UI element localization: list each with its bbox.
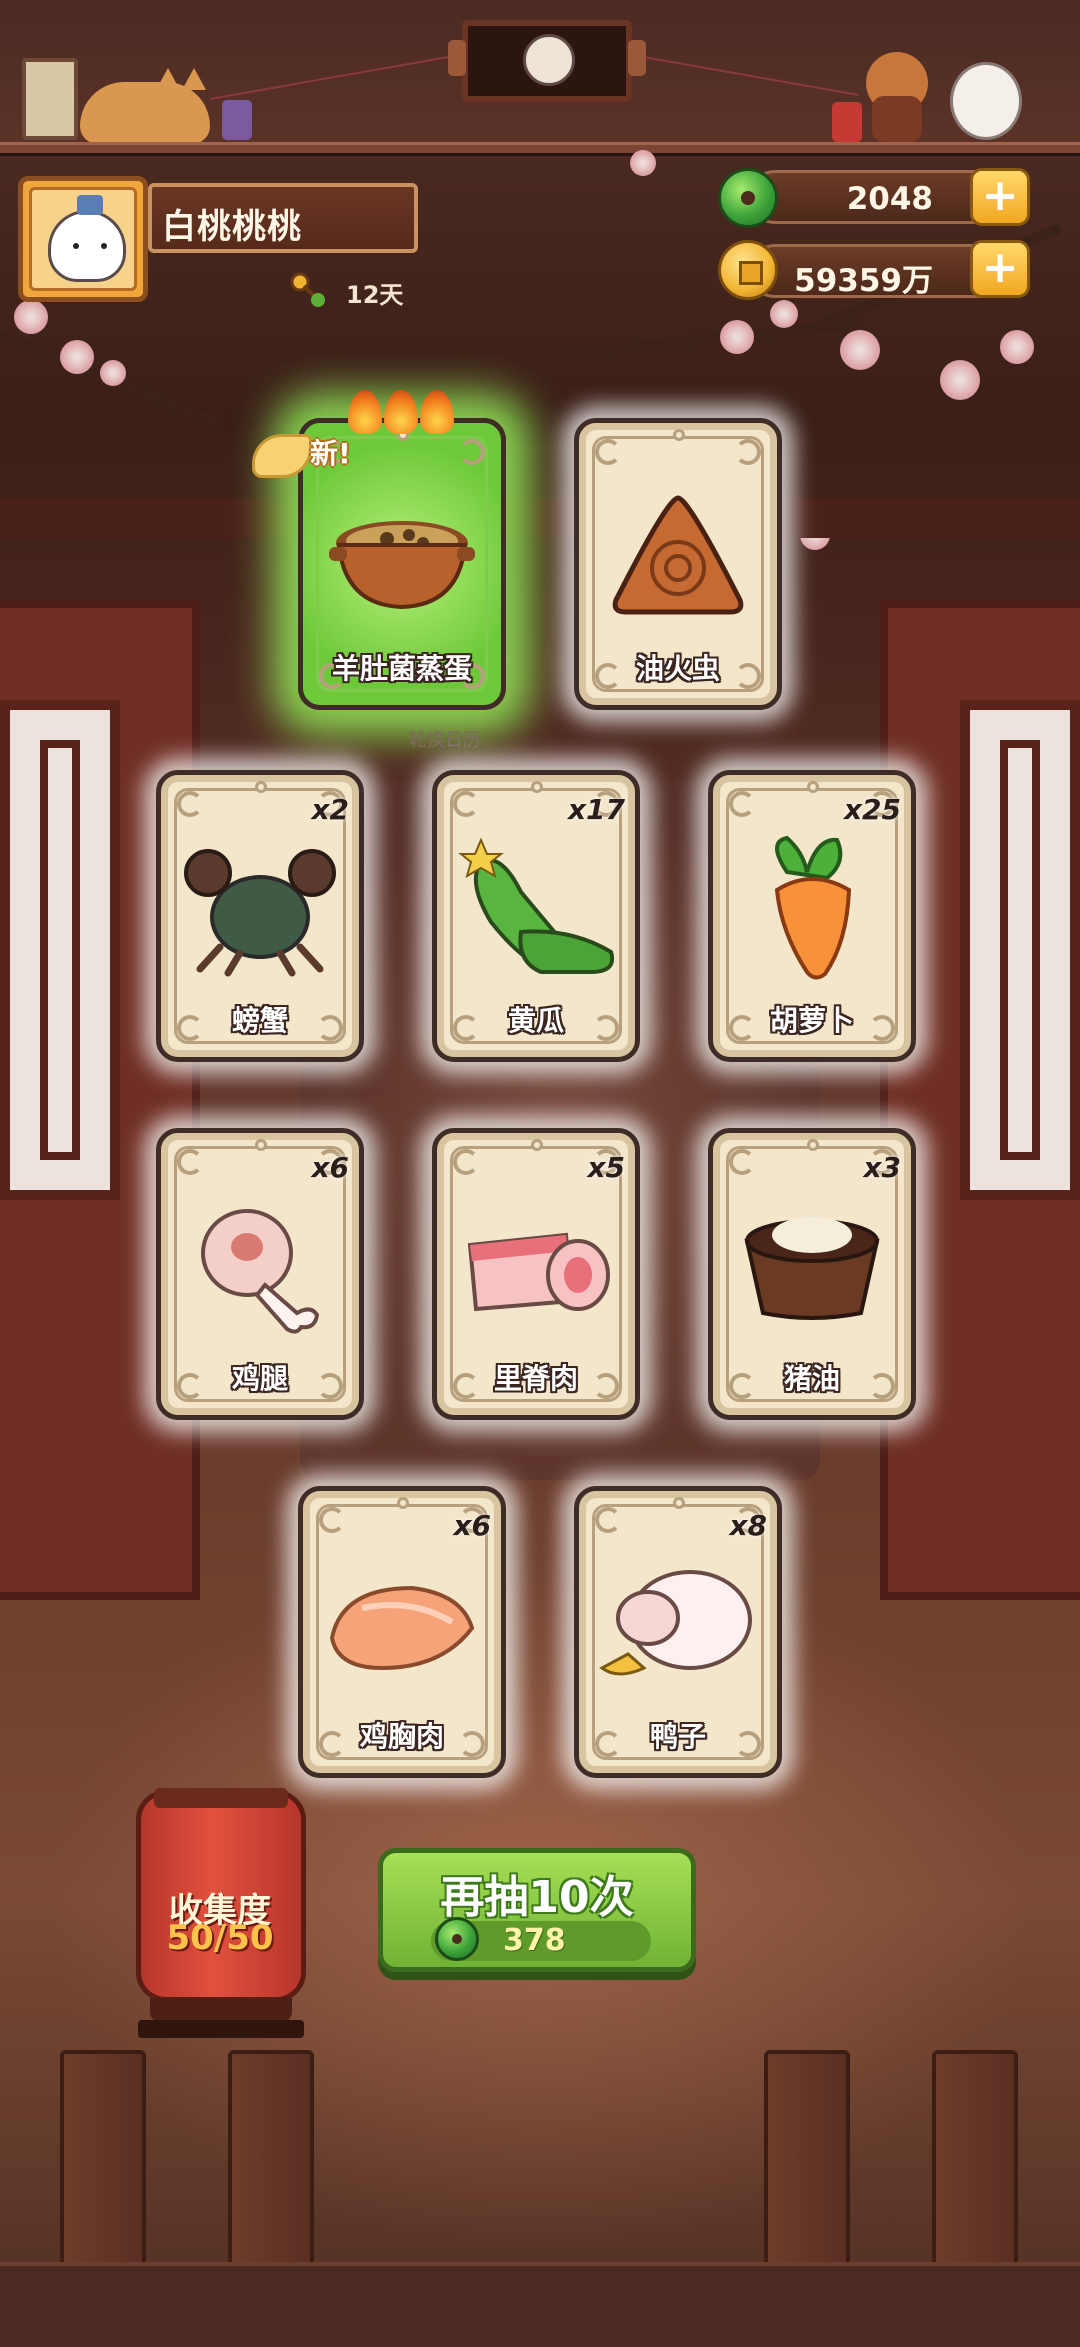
ingredient-card-chicken-breast[interactable]: x6 鸡胸肉 <box>298 1486 506 1778</box>
sleeping-cat-decoration <box>80 68 210 144</box>
ingredient-card-crab[interactable]: x2 螃蟹 <box>156 770 364 1062</box>
ingredient-card-carrot[interactable]: x25 胡萝卜 <box>708 770 916 1062</box>
card-label: 油火虫 <box>635 652 720 685</box>
ingredient-card-lard[interactable]: x3 猪油 <box>708 1128 916 1420</box>
jar-decoration <box>832 102 862 142</box>
crab-icon <box>184 849 336 977</box>
card-label: 鸡腿 <box>231 1362 288 1395</box>
gold-coin-icon <box>718 240 778 300</box>
featured-card-firefly[interactable]: 油火虫 <box>574 418 782 710</box>
lard-icon <box>744 1217 880 1320</box>
new-badge: 新! <box>252 428 372 484</box>
avatar[interactable] <box>18 176 148 302</box>
coin-balance: 59359万 <box>794 263 933 299</box>
card-label: 黄瓜 <box>507 1004 564 1037</box>
duck-icon <box>599 1570 752 1676</box>
coin-balance-bar: 59359万 <box>748 244 1008 299</box>
login-days: 12天 <box>346 281 404 309</box>
ingredient-card-cucumber[interactable]: x17 黄瓜 <box>432 770 640 1062</box>
ingredient-card-drumstick[interactable]: x6 鸡腿 <box>156 1128 364 1420</box>
item-count: x8 <box>729 1509 767 1542</box>
portrait-scroll-decoration <box>462 20 632 102</box>
item-count: x3 <box>863 1151 901 1184</box>
card-label: 里脊肉 <box>493 1362 578 1395</box>
ingredient-card-duck[interactable]: x8 鸭子 <box>574 1486 782 1778</box>
add-coins-button[interactable]: + <box>970 240 1030 298</box>
ingredient-card-tenderloin[interactable]: x5 里脊肉 <box>432 1128 640 1420</box>
jade-balance: 2048 <box>846 181 933 217</box>
player-name: 白桃桃桃 <box>162 207 302 247</box>
tenderloin-icon <box>467 1232 610 1312</box>
login-days-icon <box>290 272 325 307</box>
player-name-bar[interactable]: 白桃桃桃 <box>148 183 418 253</box>
cucumber-icon <box>458 837 614 975</box>
item-count: x17 <box>567 793 625 826</box>
card-label: 鸭子 <box>649 1720 706 1753</box>
item-count: x2 <box>311 793 349 826</box>
card-label: 猪油 <box>783 1362 840 1395</box>
paw-scroll-decoration <box>22 58 78 140</box>
rotation-calendar-label: 轮换日历 <box>409 730 481 751</box>
draw-again-button[interactable]: 再抽10次 378 <box>378 1848 696 1972</box>
firefly-pastry-icon <box>612 495 744 615</box>
cat-avatar-icon <box>48 195 126 282</box>
shelf-plank <box>0 142 1080 156</box>
item-count: x6 <box>453 1509 491 1542</box>
game-screen: 白桃桃桃 12天 2048 + 59359万 + 羊肚菌蒸蛋 新! 油火虫 轮换… <box>0 0 1080 2347</box>
jade-coin-icon <box>435 1917 479 1961</box>
chicken-breast-icon <box>329 1585 475 1671</box>
card-label: 羊肚菌蒸蛋 <box>331 652 472 685</box>
jade-balance-bar: 2048 <box>748 170 1008 224</box>
item-count: x6 <box>311 1151 349 1184</box>
card-label: 鸡胸肉 <box>359 1720 444 1753</box>
steamed-egg-pot-icon <box>329 521 475 610</box>
jar-decoration <box>222 100 252 140</box>
draw-again-label: 再抽10次 <box>440 1872 634 1923</box>
item-count: x25 <box>843 793 901 826</box>
white-cat-decoration <box>950 62 1022 140</box>
drumstick-icon <box>201 1209 320 1334</box>
collection-progress: 50/50 <box>166 1918 274 1958</box>
jade-coin-icon <box>718 168 778 228</box>
card-label: 胡萝卜 <box>769 1004 854 1037</box>
item-count: x5 <box>587 1151 625 1184</box>
card-label: 螃蟹 <box>231 1004 288 1037</box>
add-jade-button[interactable]: + <box>970 168 1030 226</box>
branch-decoration <box>559 318 859 360</box>
carrot-icon <box>774 835 852 980</box>
draw-cost: 378 <box>503 1923 566 1958</box>
